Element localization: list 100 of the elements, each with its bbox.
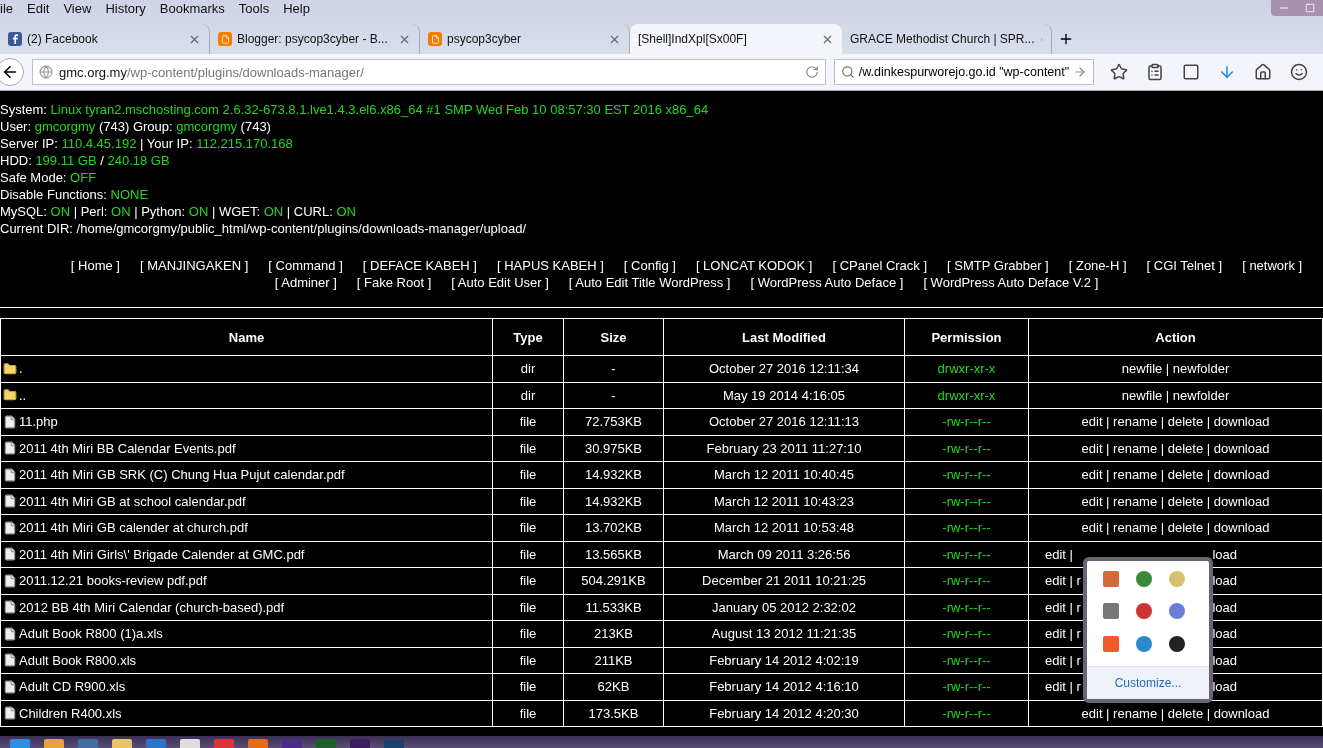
- nav-link[interactable]: [ LONCAT KODOK ]: [695, 257, 813, 274]
- action-links[interactable]: edit | r: [1045, 652, 1081, 668]
- action-links[interactable]: edit | r: [1045, 679, 1081, 695]
- file-icon: [3, 494, 17, 509]
- action-links[interactable]: edit | r: [1045, 626, 1081, 642]
- permission-cell: -rw-r--r--: [904, 620, 1029, 647]
- browser-tab[interactable]: [Shell]IndXpl[Sx00F]: [630, 24, 842, 54]
- table-cell: file: [492, 594, 564, 621]
- new-tab-icon[interactable]: [1058, 31, 1074, 47]
- nav-link[interactable]: [ CGI Telnet ]: [1146, 257, 1223, 274]
- name-cell[interactable]: Children R400.xls: [0, 700, 493, 727]
- info-line: MySQL: ON | Perl: ON | Python: ON | WGET: ON | CURL: ON: [0, 203, 357, 220]
- menu-item[interactable]: Help: [283, 0, 310, 16]
- name-cell[interactable]: Adult CD R900.xls: [0, 673, 493, 700]
- menu-item[interactable]: ile: [0, 0, 13, 16]
- nav-link[interactable]: [ network ]: [1242, 257, 1303, 274]
- name-cell[interactable]: 2011 4th Miri GB SRK (C) Chung Hua Pujut calendar.pdf: [0, 461, 493, 488]
- table-cell: October 27 2016 12:11:34: [663, 355, 905, 382]
- nav-link[interactable]: [ CPanel Crack ]: [832, 257, 928, 274]
- nav-link[interactable]: [ Home ]: [70, 257, 120, 274]
- info-line: Disable Functions: NONE: [0, 186, 150, 203]
- action-links[interactable]: load: [1212, 626, 1237, 642]
- table-cell: file: [492, 647, 564, 674]
- download-icon[interactable]: [1218, 63, 1236, 81]
- smiley-icon[interactable]: [1290, 63, 1308, 81]
- menu-item[interactable]: Edit: [27, 0, 50, 16]
- table-cell: file: [492, 541, 564, 568]
- name-cell[interactable]: ..: [0, 382, 493, 409]
- action-links[interactable]: edit | r: [1045, 573, 1081, 589]
- table-cell: 11.533KB: [563, 594, 664, 621]
- table-cell: 62KB: [563, 673, 664, 700]
- action-links[interactable]: load: [1212, 679, 1237, 695]
- name-cell[interactable]: Adult Book R800 (1)a.xls: [0, 620, 493, 647]
- table-cell: -: [563, 355, 664, 382]
- customize-link[interactable]: Customize...: [1087, 666, 1209, 699]
- nav-link[interactable]: [ Command ]: [268, 257, 343, 274]
- table-cell: 13.565KB: [563, 541, 664, 568]
- permission-cell: -rw-r--r--: [904, 461, 1029, 488]
- list-icon[interactable]: [1146, 63, 1164, 81]
- action-links[interactable]: load: [1212, 573, 1237, 589]
- file-icon: [3, 520, 17, 535]
- name-cell[interactable]: 2011 4th Miri GB calender at church.pdf: [0, 514, 493, 541]
- menu-item[interactable]: View: [63, 0, 92, 16]
- table-cell: -: [563, 382, 664, 409]
- action-links[interactable]: edit | r: [1045, 599, 1081, 615]
- nav-link[interactable]: [ Adminer ]: [274, 274, 337, 291]
- name-cell[interactable]: 2011 4th Miri GB at school calendar.pdf: [0, 488, 493, 515]
- file-icon: [3, 414, 17, 429]
- table-cell: 504.291KB: [563, 567, 664, 594]
- file-icon: [3, 626, 17, 641]
- action-links[interactable]: edit |: [1045, 546, 1073, 562]
- menu-item[interactable]: Bookmarks: [159, 0, 225, 16]
- name-cell[interactable]: 2011.12.21 books-review pdf.pdf: [0, 567, 493, 594]
- back-button[interactable]: [0, 58, 24, 86]
- arrow-icon[interactable]: [1073, 65, 1087, 79]
- folder-icon: [3, 361, 17, 376]
- permission-cell: -rw-r--r--: [904, 673, 1029, 700]
- name-cell[interactable]: 2011 4th Miri BB Calendar Events.pdf: [0, 435, 493, 462]
- action-links[interactable]: load: [1212, 546, 1237, 562]
- facebook-icon: [8, 32, 22, 46]
- name-cell[interactable]: 11.php: [0, 408, 493, 435]
- nav-link[interactable]: [ HAPUS KABEH ]: [496, 257, 604, 274]
- nav-link[interactable]: [ Fake Root ]: [356, 274, 432, 291]
- permission-cell: -rw-r--r--: [904, 567, 1029, 594]
- permission-cell: -rw-r--r--: [904, 435, 1029, 462]
- folder-icon: [3, 388, 17, 403]
- table-cell: February 14 2012 4:16:10: [663, 673, 905, 700]
- name-cell[interactable]: 2011 4th Miri Girls\' Brigade Calender at GMC.pdf: [0, 541, 493, 568]
- table-cell: file: [492, 435, 564, 462]
- menu-item[interactable]: Tools: [238, 0, 270, 16]
- file-icon: [3, 653, 17, 668]
- menu-item[interactable]: History: [105, 0, 146, 16]
- action-links[interactable]: load: [1212, 652, 1237, 668]
- table-cell: 14.932KB: [563, 461, 664, 488]
- nav-link[interactable]: [ MANJINGAKEN ]: [140, 257, 249, 274]
- nav-link[interactable]: [ WordPress Auto Deface V.2 ]: [923, 274, 1099, 291]
- reload-icon[interactable]: [805, 65, 819, 79]
- table-cell: January 05 2012 2:32:02: [663, 594, 905, 621]
- name-cell[interactable]: 2012 BB 4th Miri Calendar (church-based).pdf: [0, 594, 493, 621]
- name-cell[interactable]: Adult Book R800.xls: [0, 647, 493, 674]
- nav-link[interactable]: [ DEFACE KABEH ]: [362, 257, 477, 274]
- permission-cell: -rw-r--r--: [904, 408, 1029, 435]
- nav-link[interactable]: [ Config ]: [623, 257, 676, 274]
- tray-icon[interactable]: [1169, 635, 1185, 652]
- blogger-icon: [218, 32, 232, 46]
- nav-link[interactable]: [ Zone-H ]: [1068, 257, 1127, 274]
- home-icon[interactable]: [1254, 63, 1272, 81]
- table-cell: December 21 2011 10:21:25: [663, 567, 905, 594]
- name-cell[interactable]: .: [0, 355, 493, 382]
- column-header: Action: [1028, 318, 1323, 356]
- address-bar[interactable]: gmc.org.my/wp-content/plugins/downloads-manager/: [32, 59, 826, 85]
- column-header: Last Modified: [663, 318, 905, 356]
- star-icon[interactable]: [1110, 63, 1128, 81]
- nav-link[interactable]: [ SMTP Grabber ]: [947, 257, 1049, 274]
- search-field[interactable]: /w.dinkespurworejo.go.id "wp-content": [834, 59, 1094, 85]
- action-links[interactable]: load: [1212, 599, 1237, 615]
- nav-link[interactable]: [ Auto Edit Title WordPress ]: [568, 274, 731, 291]
- table-cell: February 14 2012 4:20:30: [663, 700, 905, 727]
- nav-link[interactable]: [ WordPress Auto Deface ]: [750, 274, 904, 291]
- nav-link[interactable]: [ Auto Edit User ]: [451, 274, 549, 291]
